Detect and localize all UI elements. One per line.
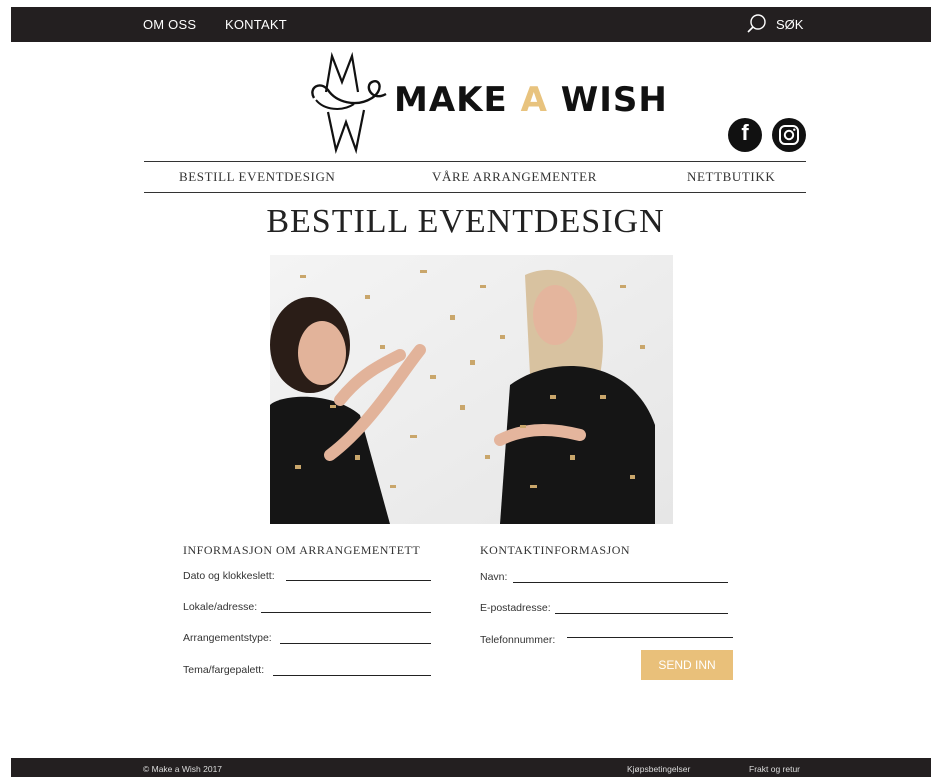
field-label-phone: Telefonnummer: (480, 634, 556, 646)
search-button[interactable]: SØK (746, 13, 803, 35)
field-label-date: Dato og klokkeslett: (183, 570, 275, 582)
phone-input[interactable] (567, 637, 733, 638)
footer-copyright: © Make a Wish 2017 (143, 764, 223, 774)
instagram-icon[interactable] (772, 118, 806, 152)
hero-image (270, 255, 673, 524)
nav-contact-link[interactable]: KONTAKT (225, 17, 287, 32)
site-logo[interactable]: MAKE A WISH (306, 50, 667, 155)
nav-divider-bottom (144, 192, 806, 193)
field-label-theme: Tema/fargepalett: (183, 664, 265, 676)
logo-wordmark: MAKE A WISH (394, 80, 668, 120)
theme-input[interactable] (273, 675, 431, 676)
page-title: BESTILL EVENTDESIGN (266, 203, 665, 240)
top-bar: OM OSS KONTAKT SØK (11, 7, 931, 42)
main-nav-nettbutikk[interactable]: NETTBUTIKK (687, 169, 775, 185)
date-input[interactable] (286, 580, 431, 581)
nav-about-link[interactable]: OM OSS (143, 17, 196, 32)
send-button[interactable]: SEND INN (641, 650, 733, 680)
footer-shipping-link[interactable]: Frakt og retur (749, 764, 800, 774)
field-label-event-type: Arrangementstype: (183, 632, 272, 644)
main-nav-arrangementer[interactable]: VÅRE ARRANGEMENTER (432, 169, 597, 185)
field-label-name: Navn: (480, 571, 508, 583)
name-input[interactable] (513, 582, 728, 583)
search-icon (746, 12, 768, 37)
search-label: SØK (776, 16, 804, 32)
main-nav-bestill[interactable]: BESTILL EVENTDESIGN (179, 169, 335, 185)
field-label-venue: Lokale/adresse: (183, 601, 258, 613)
nav-divider-top (144, 161, 806, 162)
email-input[interactable] (555, 613, 728, 614)
event-type-input[interactable] (280, 643, 431, 644)
footer: © Make a Wish 2017 Kjøpsbetingelser Frak… (11, 758, 931, 777)
venue-input[interactable] (261, 612, 431, 613)
footer-terms-link[interactable]: Kjøpsbetingelser (627, 764, 690, 774)
field-label-email: E-postadresse: (480, 602, 551, 614)
logo-monogram-icon (311, 51, 387, 155)
event-info-heading: INFORMASJON OM ARRANGEMENTETT (183, 543, 421, 557)
contact-info-heading: KONTAKTINFORMASJON (480, 543, 631, 557)
facebook-icon[interactable]: f (728, 118, 762, 152)
